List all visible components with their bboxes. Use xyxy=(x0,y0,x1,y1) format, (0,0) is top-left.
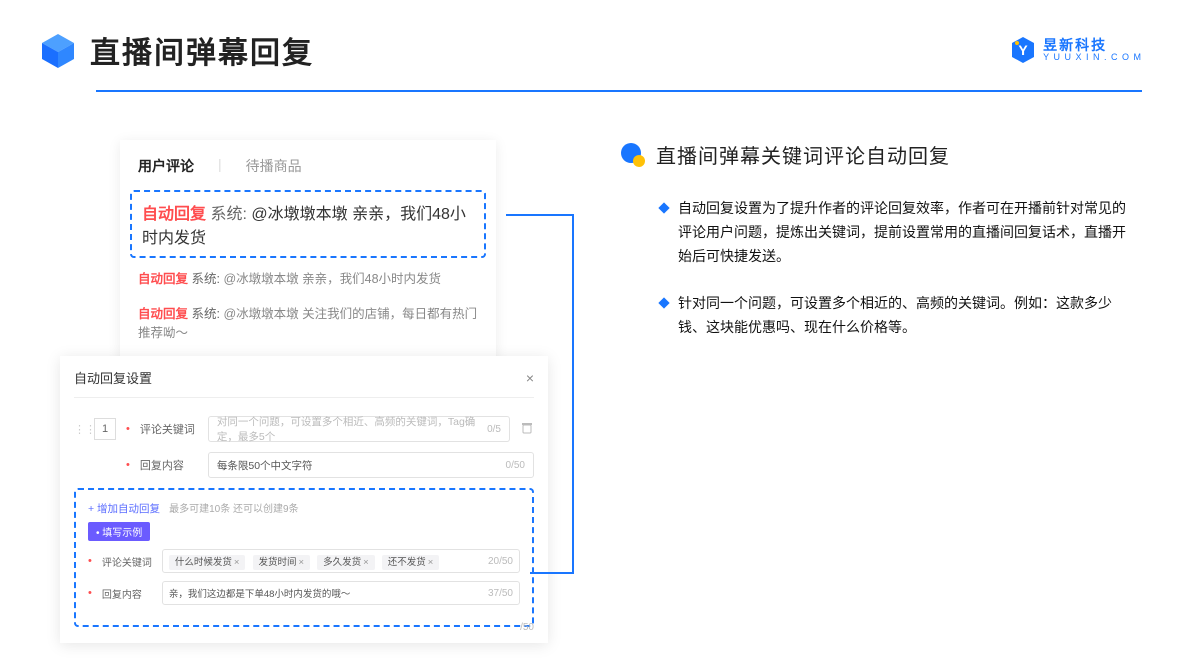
section-title: 直播间弹幕关键词评论自动回复 xyxy=(656,140,950,169)
content-input[interactable]: 每条限50个中文字符 0/50 xyxy=(208,452,534,478)
close-icon[interactable]: × xyxy=(526,370,534,386)
tag-chip[interactable]: 多久发货 xyxy=(317,555,375,570)
bullet-item: 自动回复设置为了提升作者的评论回复效率，作者可在开播前针对常见的评论用户问题，提… xyxy=(620,197,1142,268)
autoreply-settings-modal: 自动回复设置 × ⋮⋮ 1 • 评论关键词 对同一个问题，可设置多个相近、高频的… xyxy=(60,356,548,643)
tag-chip[interactable]: 还不发货 xyxy=(382,555,440,570)
comment-tabs: 用户评论 | 待播商品 xyxy=(120,156,496,186)
tag-chip[interactable]: 什么时候发货 xyxy=(169,555,246,570)
keyword-form-row: ⋮⋮ 1 • 评论关键词 对同一个问题，可设置多个相近、高频的关键词，Tag确定… xyxy=(74,416,534,442)
brand: Y 昱新科技 Y U U X I N . C O M xyxy=(1009,36,1142,64)
brand-domain: Y U U X I N . C O M xyxy=(1043,52,1142,63)
keyword-label: 评论关键词 xyxy=(140,421,198,437)
content-label: 回复内容 xyxy=(140,457,198,473)
drag-handle-icon[interactable]: ⋮⋮ xyxy=(74,423,84,436)
row-index: 1 xyxy=(94,418,116,440)
content-form-row: • 回复内容 每条限50个中文字符 0/50 xyxy=(74,452,534,478)
diamond-icon xyxy=(658,298,669,309)
tab-user-comments[interactable]: 用户评论 xyxy=(138,156,194,176)
tab-pending-products[interactable]: 待播商品 xyxy=(246,156,302,176)
comment-row: 自动回复 系统: @冰墩墩本墩 亲亲，我们48小时内发货 xyxy=(120,262,496,297)
system-label: 系统: xyxy=(210,206,246,223)
comment-row: 自动回复 系统: @冰墩墩本墩 关注我们的店铺，每日都有热门推荐呦～ xyxy=(120,297,496,351)
autoreply-tag: 自动回复 xyxy=(142,206,206,223)
trash-icon[interactable] xyxy=(520,421,534,438)
diamond-icon xyxy=(658,202,669,213)
example-keyword-input[interactable]: 什么时候发货 发货时间 多久发货 还不发货 20/50 xyxy=(162,549,520,573)
example-highlight: + 增加自动回复 最多可建10条 还可以创建9条 • 填写示例 • 评论关键词 … xyxy=(74,488,534,627)
brand-name: 昱新科技 xyxy=(1043,38,1142,52)
add-hint: 最多可建10条 还可以创建9条 xyxy=(169,504,298,515)
brand-logo-icon: Y xyxy=(1009,36,1037,64)
example-content-row: • 回复内容 亲，我们这边都是下单48小时内发货的哦～ 37/50 xyxy=(88,581,520,605)
slide-header: 直播间弹幕回复 Y 昱新科技 Y U U X I N . C O M xyxy=(0,0,1180,72)
example-badge: • 填写示例 xyxy=(88,522,150,541)
connector-line xyxy=(530,572,574,574)
screenshot-composite: 用户评论 | 待播商品 自动回复 系统: @冰墩墩本墩 亲亲，我们48小时内发货… xyxy=(60,140,560,410)
tag-chip[interactable]: 发货时间 xyxy=(253,555,311,570)
description-panel: 直播间弹幕关键词评论自动回复 自动回复设置为了提升作者的评论回复效率，作者可在开… xyxy=(620,140,1142,410)
cube-icon xyxy=(38,30,78,70)
example-content-input[interactable]: 亲，我们这边都是下单48小时内发货的哦～ 37/50 xyxy=(162,581,520,605)
modal-title: 自动回复设置 xyxy=(74,368,152,387)
example-keyword-row: • 评论关键词 什么时候发货 发货时间 多久发货 还不发货 20/50 xyxy=(88,549,520,573)
bullet-item: 针对同一个问题，可设置多个相近的、高频的关键词。例如：这款多少钱、这块能优惠吗、… xyxy=(620,292,1142,340)
chat-bubble-icon xyxy=(620,142,646,168)
page-title: 直播间弹幕回复 xyxy=(90,28,314,72)
keyword-input[interactable]: 对同一个问题，可设置多个相近、高频的关键词，Tag确定，最多5个 0/5 xyxy=(208,416,510,442)
connector-line xyxy=(506,214,574,216)
connector-line xyxy=(572,214,574,572)
bottom-count: /50 xyxy=(520,622,534,633)
add-autoreply-link[interactable]: + 增加自动回复 xyxy=(88,503,160,515)
svg-text:Y: Y xyxy=(1018,42,1028,58)
highlighted-comment: 自动回复 系统: @冰墩墩本墩 亲亲，我们48小时内发货 xyxy=(130,190,486,258)
